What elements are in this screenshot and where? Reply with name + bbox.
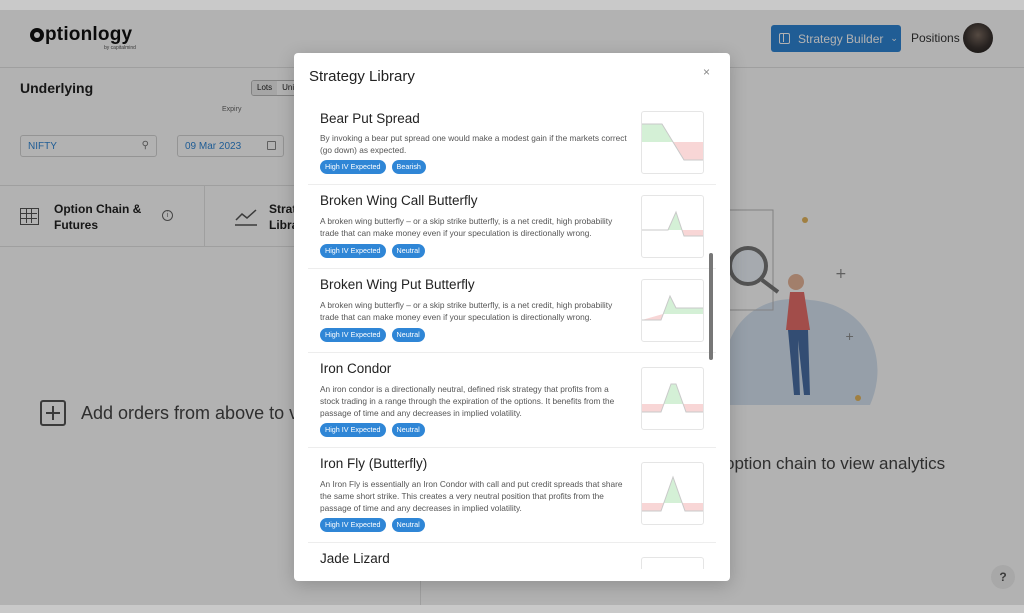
tag-bias: Neutral (391, 328, 425, 342)
strategy-tags: High IV Expected Bearish (320, 160, 432, 174)
strategy-name: Iron Fly (Butterfly) (320, 456, 428, 471)
strategy-description: An iron condor is a directionally neutra… (320, 384, 615, 418)
tag-iv: High IV Expected (320, 160, 386, 174)
payoff-thumbnail (641, 557, 704, 569)
strategy-name: Bear Put Spread (320, 111, 420, 126)
strategy-item-iron-fly[interactable]: Iron Fly (Butterfly) An Iron Fly is esse… (308, 448, 716, 543)
strategy-item-broken-wing-call-butterfly[interactable]: Broken Wing Call Butterfly A broken wing… (308, 185, 716, 269)
tag-bias: Neutral (391, 244, 425, 258)
payoff-thumbnail (641, 195, 704, 258)
close-icon[interactable]: × (703, 65, 710, 79)
strategy-name: Broken Wing Put Butterfly (320, 277, 475, 292)
strategy-item-jade-lizard[interactable]: Jade Lizard (308, 543, 716, 569)
payoff-chart-icon (642, 123, 703, 161)
strategy-name: Broken Wing Call Butterfly (320, 193, 478, 208)
modal-scrollbar[interactable] (709, 253, 713, 360)
payoff-thumbnail (641, 367, 704, 430)
tag-iv: High IV Expected (320, 244, 386, 258)
strategy-item-iron-condor[interactable]: Iron Condor An iron condor is a directio… (308, 353, 716, 448)
tag-iv: High IV Expected (320, 328, 386, 342)
strategy-item-broken-wing-put-butterfly[interactable]: Broken Wing Put Butterfly A broken wing … (308, 269, 716, 353)
tag-iv: High IV Expected (320, 423, 386, 437)
strategy-name: Jade Lizard (320, 551, 390, 566)
tag-bias: Bearish (391, 160, 426, 174)
payoff-chart-icon (642, 475, 703, 512)
strategy-name: Iron Condor (320, 361, 392, 376)
payoff-thumbnail (641, 462, 704, 525)
strategy-description: A broken wing butterfly – or a skip stri… (320, 216, 613, 238)
tag-bias: Neutral (391, 518, 425, 532)
strategy-tags: High IV Expected Neutral (320, 423, 431, 437)
tag-bias: Neutral (391, 423, 425, 437)
strategy-item-bear-put-spread[interactable]: Bear Put Spread By invoking a bear put s… (308, 103, 716, 185)
strategy-description: A broken wing butterfly – or a skip stri… (320, 300, 613, 322)
strategy-tags: High IV Expected Neutral (320, 244, 431, 258)
strategy-list: Bear Put Spread By invoking a bear put s… (308, 103, 717, 569)
payoff-chart-icon (642, 294, 703, 321)
payoff-chart-icon (642, 383, 703, 413)
strategy-tags: High IV Expected Neutral (320, 328, 431, 342)
payoff-thumbnail (641, 279, 704, 342)
strategy-description: An Iron Fly is essentially an Iron Condo… (320, 479, 623, 513)
payoff-thumbnail (641, 111, 704, 174)
payoff-chart-icon (642, 210, 703, 237)
strategy-description: By invoking a bear put spread one would … (320, 133, 627, 155)
strategy-library-modal: Strategy Library × Bear Put Spread By in… (294, 53, 730, 581)
tag-iv: High IV Expected (320, 518, 386, 532)
strategy-tags: High IV Expected Neutral (320, 518, 431, 532)
modal-title: Strategy Library (309, 68, 415, 85)
